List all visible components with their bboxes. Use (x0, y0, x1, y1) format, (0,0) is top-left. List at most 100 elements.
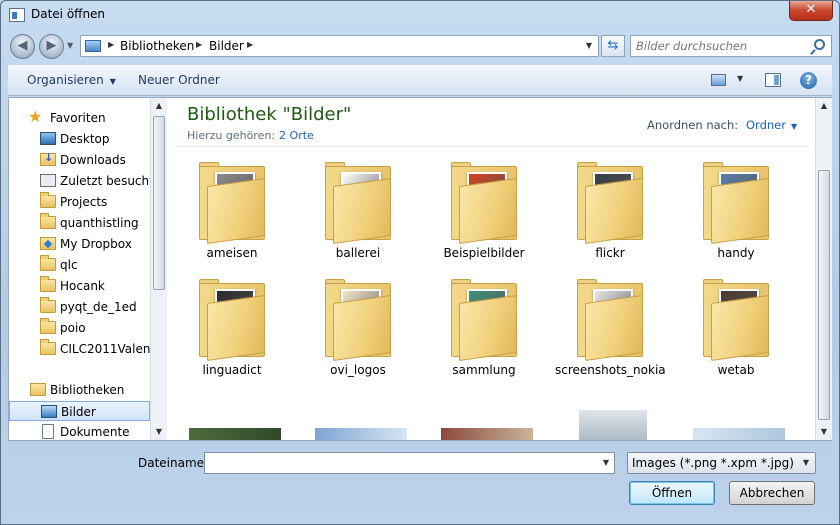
cancel-button[interactable]: Abbrechen (729, 481, 815, 505)
folder-front (207, 294, 265, 362)
recent-pages-dropdown[interactable]: ▼ (67, 41, 73, 50)
sidebar-item-poio[interactable]: poio (9, 318, 150, 338)
filetype-value: Images (*.png *.xpm *.jpg) (632, 456, 794, 470)
sidebar-item-projects[interactable]: Projects (9, 192, 150, 212)
sidebar-item-pyqt-de-1ed[interactable]: pyqt_de_1ed (9, 297, 150, 317)
folder-item[interactable]: screenshots_nokia (555, 267, 666, 385)
chevron-down-icon: ▼ (109, 77, 116, 86)
chevron-down-icon[interactable]: ▼ (603, 458, 609, 467)
dropbox-icon (40, 237, 56, 250)
view-options-dropdown[interactable]: ▼ (737, 74, 743, 83)
filetype-select[interactable]: Images (*.png *.xpm *.jpg) ▼ (627, 452, 816, 474)
folder-label: sammlung (452, 363, 516, 377)
breadcrumb-pictures[interactable]: Bilder (209, 39, 244, 53)
locations-label: Hierzu gehören: (187, 129, 276, 142)
sidebar-item-bilder[interactable]: Bilder (9, 401, 150, 421)
partial-thumbnail[interactable] (693, 428, 785, 440)
partial-thumbnail[interactable] (441, 428, 533, 440)
locations-link[interactable]: 2 Orte (279, 129, 314, 142)
folder-front (459, 177, 517, 245)
folder-icon (40, 213, 56, 229)
folder-icon (40, 339, 56, 355)
folder-icon (40, 318, 56, 334)
scroll-down-icon[interactable]: ▼ (151, 424, 167, 440)
partial-thumbnail[interactable] (579, 410, 647, 440)
folder-icon (40, 192, 56, 208)
filename-input[interactable] (208, 455, 593, 471)
folder-item[interactable]: ameisen (177, 150, 287, 268)
breadcrumb-separator-icon[interactable]: ▶ (108, 40, 114, 49)
breadcrumb-libraries[interactable]: Bibliotheken (120, 39, 194, 53)
pictures-icon (41, 405, 57, 418)
folder-icon (40, 276, 56, 292)
navigation-scrollbar[interactable]: ▲ ▼ (150, 98, 167, 440)
sidebar-item-downloads[interactable]: Downloads (9, 150, 150, 170)
title-bar[interactable]: Datei öffnen ✕ (1, 1, 839, 29)
pictures-library-icon (85, 40, 101, 52)
folder-label: ballerei (335, 246, 381, 260)
change-view-icon[interactable] (711, 74, 726, 86)
sidebar-item-hocank[interactable]: Hocank (9, 276, 150, 296)
folder-item[interactable]: ballerei (303, 150, 413, 268)
folder-icon (199, 162, 265, 245)
sidebar-item-desktop[interactable]: Desktop (9, 129, 150, 149)
arrange-by-dropdown[interactable]: Ordner ▼ (746, 118, 797, 132)
partial-thumbnail[interactable] (189, 428, 281, 440)
scroll-up-icon[interactable]: ▲ (151, 98, 167, 114)
command-bar: Organisieren ▼ Neuer Ordner ▼ ? (8, 65, 832, 96)
sidebar-item-libraries[interactable]: Bibliotheken (9, 380, 150, 400)
breadcrumb-separator-icon[interactable]: ▶ (196, 40, 202, 49)
filename-label: Dateiname: (138, 456, 209, 470)
scrollbar-thumb[interactable] (818, 170, 830, 420)
dialog-icon (9, 8, 25, 22)
sidebar-item-label: Downloads (60, 153, 126, 167)
folder-item[interactable]: sammlung (429, 267, 539, 385)
preview-pane-icon[interactable] (765, 73, 781, 87)
search-input[interactable] (634, 38, 804, 54)
breadcrumb-separator-icon[interactable]: ▶ (247, 40, 253, 49)
sidebar-item-label: poio (60, 321, 86, 335)
folder-icon (40, 255, 56, 271)
organize-button[interactable]: Organisieren ▼ (27, 73, 116, 87)
folder-item[interactable]: Beispielbilder (429, 150, 539, 268)
search-box[interactable] (630, 35, 832, 57)
refresh-button[interactable]: ⇆ (601, 35, 625, 57)
window-title: Datei öffnen (31, 7, 106, 21)
folder-icon (577, 162, 643, 245)
filename-field[interactable]: ▼ (204, 452, 615, 474)
back-button[interactable]: ◀ (10, 34, 35, 59)
sidebar-item-zuletzt-besucht[interactable]: Zuletzt besucht (9, 171, 150, 191)
folder-item[interactable]: wetab (681, 267, 791, 385)
open-button[interactable]: Öffnen (629, 481, 715, 505)
sidebar-item-qlc[interactable]: qlc (9, 255, 150, 275)
arrange-by-value: Ordner (746, 118, 786, 132)
sidebar-item-quanthistling[interactable]: quanthistling (9, 213, 150, 233)
downloads-icon (40, 151, 56, 166)
search-icon[interactable] (814, 39, 825, 50)
folder-front (585, 294, 643, 362)
sidebar-item-dokumente[interactable]: Dokumente (9, 422, 150, 440)
folder-front (711, 294, 769, 362)
sidebar-item-my-dropbox[interactable]: My Dropbox (9, 234, 150, 254)
chevron-down-icon: ▼ (802, 458, 809, 467)
folder-item[interactable]: handy (681, 150, 791, 268)
address-history-dropdown[interactable]: ▼ (586, 41, 592, 50)
folder-item[interactable]: flickr (555, 150, 665, 268)
scroll-down-icon[interactable]: ▼ (816, 424, 832, 440)
close-button[interactable]: ✕ (789, 1, 833, 21)
arrange-by-label: Anordnen nach: (647, 118, 739, 132)
file-list-scrollbar[interactable]: ▲ ▼ (815, 98, 832, 440)
partial-thumbnail[interactable] (315, 428, 407, 440)
folder-front (333, 177, 391, 245)
folder-item[interactable]: ovi_logos (303, 267, 413, 385)
folder-item[interactable]: linguadict (177, 267, 287, 385)
help-icon[interactable]: ? (800, 72, 817, 89)
scroll-up-icon[interactable]: ▲ (816, 98, 832, 114)
scrollbar-thumb[interactable] (153, 116, 165, 290)
address-bar[interactable]: ▶ Bibliotheken ▶ Bilder ▶ ▼ (80, 35, 599, 57)
sidebar-item-cilc2011valencia[interactable]: CILC2011Valencia (9, 339, 150, 359)
sidebar-item-favorites[interactable]: ★ Favoriten (9, 108, 150, 128)
forward-button[interactable]: ▶ (39, 34, 64, 59)
new-folder-button[interactable]: Neuer Ordner (138, 73, 220, 87)
star-icon: ★ (28, 107, 43, 126)
